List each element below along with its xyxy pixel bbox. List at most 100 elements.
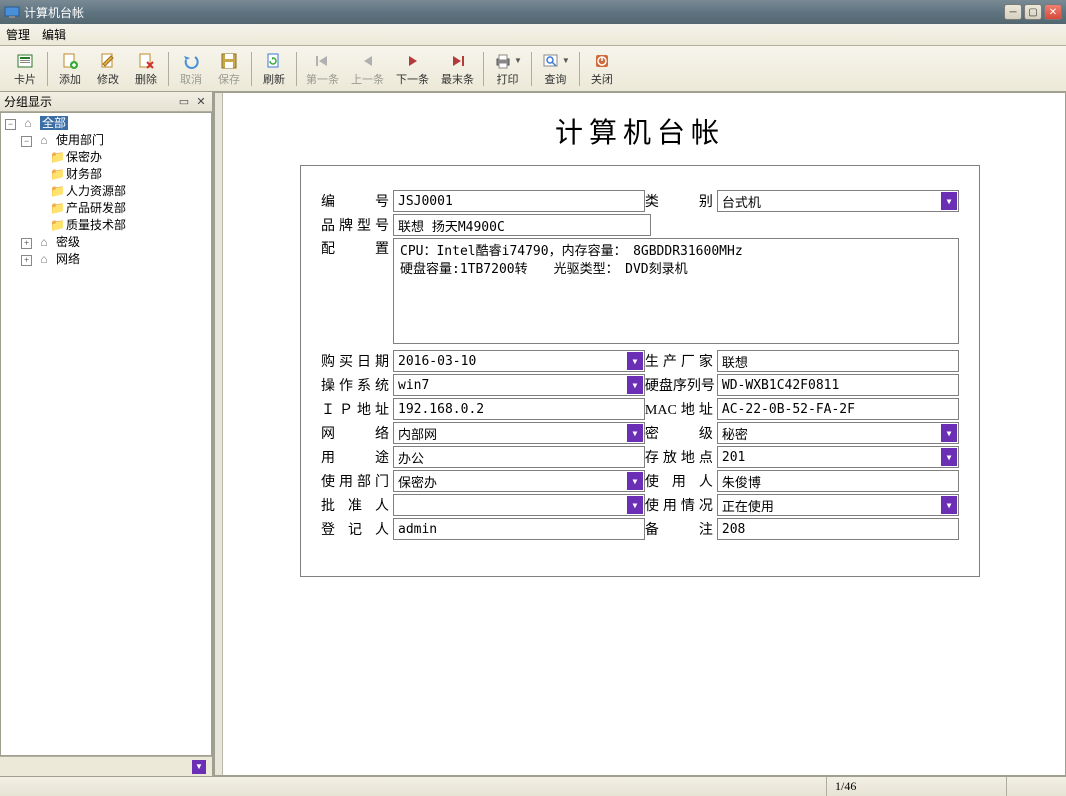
field-ip[interactable]: 192.168.0.2 — [393, 398, 645, 420]
field-hdsn[interactable]: WD-WXB1C42F0811 — [717, 374, 959, 396]
power-icon — [592, 51, 612, 71]
chevron-down-icon: ▼ — [562, 56, 570, 65]
label-type: 类 别 — [645, 191, 717, 211]
field-status[interactable]: 正在使用▼ — [717, 494, 959, 516]
sidebar-dropdown-button[interactable]: ▼ — [192, 760, 206, 774]
form-panel: 编 号 JSJ0001 类 别 台式机▼ 品牌型号 联想 扬天M4900C 配 … — [300, 165, 980, 577]
field-vendor[interactable]: 联想 — [717, 350, 959, 372]
tree-net[interactable]: 网络 — [56, 252, 80, 266]
close-window-button[interactable]: ✕ — [1044, 4, 1062, 20]
first-button[interactable]: 第一条 — [300, 49, 345, 89]
print-button[interactable]: ▼ 打印 — [487, 49, 528, 89]
last-button[interactable]: 最末条 — [435, 49, 480, 89]
menubar: 管理 编辑 — [0, 24, 1066, 46]
label-use: 用 途 — [321, 447, 393, 467]
tree-level[interactable]: 密级 — [56, 235, 80, 249]
add-button[interactable]: 添加 — [51, 49, 89, 89]
tree-item[interactable]: 人力资源部 — [66, 184, 126, 198]
label-os: 操作系统 — [321, 375, 393, 395]
tree-toggle[interactable]: + — [21, 238, 32, 249]
cancel-button[interactable]: 取消 — [172, 49, 210, 89]
edit-icon — [98, 51, 118, 71]
folder-icon: 📁 — [50, 200, 64, 217]
menu-manage[interactable]: 管理 — [6, 26, 30, 43]
minimize-button[interactable]: ─ — [1004, 4, 1022, 20]
folder-icon: 📁 — [50, 183, 64, 200]
dropdown-icon[interactable]: ▼ — [941, 192, 957, 210]
label-user: 使 用 人 — [645, 471, 717, 491]
sidebar-options-icon[interactable]: ▭ — [177, 95, 191, 109]
field-brand[interactable]: 联想 扬天M4900C — [393, 214, 651, 236]
label-approver: 批 准 人 — [321, 495, 393, 515]
tree-toggle[interactable]: − — [21, 136, 32, 147]
content-rail — [215, 93, 223, 775]
dropdown-icon[interactable]: ▼ — [941, 496, 957, 514]
chevron-down-icon: ▼ — [514, 56, 522, 65]
delete-button[interactable]: 删除 — [127, 49, 165, 89]
home-icon: ⌂ — [37, 234, 51, 251]
dropdown-icon[interactable]: ▼ — [627, 376, 643, 394]
next-button[interactable]: 下一条 — [390, 49, 435, 89]
label-net: 网 络 — [321, 423, 393, 443]
label-config: 配 置 — [321, 238, 393, 258]
tree-item[interactable]: 保密办 — [66, 150, 102, 164]
dropdown-icon[interactable]: ▼ — [627, 472, 643, 490]
field-type[interactable]: 台式机▼ — [717, 190, 959, 212]
menu-edit[interactable]: 编辑 — [42, 26, 66, 43]
tree-item[interactable]: 产品研发部 — [66, 201, 126, 215]
label-dept: 使用部门 — [321, 471, 393, 491]
home-icon: ⌂ — [37, 132, 51, 149]
tree-item[interactable]: 财务部 — [66, 167, 102, 181]
app-icon — [4, 4, 20, 20]
field-remark[interactable]: 208 — [717, 518, 959, 540]
field-approver[interactable]: ▼ — [393, 494, 645, 516]
first-icon — [313, 51, 333, 71]
sidebar-close-icon[interactable]: ✕ — [194, 95, 208, 109]
folder-icon: 📁 — [50, 217, 64, 234]
folder-icon: 📁 — [50, 166, 64, 183]
folder-icon: 📁 — [50, 149, 64, 166]
tree-item[interactable]: 质量技术部 — [66, 218, 126, 232]
save-button[interactable]: 保存 — [210, 49, 248, 89]
dropdown-icon[interactable]: ▼ — [627, 352, 643, 370]
query-button[interactable]: ▼ 查询 — [535, 49, 576, 89]
field-secret[interactable]: 秘密▼ — [717, 422, 959, 444]
field-mac[interactable]: AC-22-0B-52-FA-2F — [717, 398, 959, 420]
tree-toggle[interactable]: + — [21, 255, 32, 266]
tree[interactable]: − ⌂ 全部 − ⌂ 使用部门 📁保密办 📁财务部 📁人力资源部 — [0, 112, 212, 756]
field-dept[interactable]: 保密办▼ — [393, 470, 645, 492]
maximize-button[interactable]: ▢ — [1024, 4, 1042, 20]
dropdown-icon[interactable]: ▼ — [627, 496, 643, 514]
field-reg[interactable]: admin — [393, 518, 645, 540]
window-title: 计算机台帐 — [24, 4, 1004, 21]
label-remark: 备 注 — [645, 519, 717, 539]
field-loc[interactable]: 201▼ — [717, 446, 959, 468]
last-icon — [448, 51, 468, 71]
field-use[interactable]: 办公 — [393, 446, 645, 468]
field-config[interactable]: CPU：Intel酷睿i74790，内存容量： 8GBDDR31600MHz 硬… — [393, 238, 959, 344]
sidebar-footer: ▼ — [0, 756, 212, 776]
search-icon — [541, 51, 561, 71]
field-os[interactable]: win7▼ — [393, 374, 645, 396]
edit-button[interactable]: 修改 — [89, 49, 127, 89]
label-loc: 存放地点 — [645, 447, 717, 467]
field-user[interactable]: 朱俊博 — [717, 470, 959, 492]
save-icon — [219, 51, 239, 71]
close-button[interactable]: 关闭 — [583, 49, 621, 89]
dropdown-icon[interactable]: ▼ — [941, 424, 957, 442]
tree-root[interactable]: 全部 — [40, 116, 68, 130]
dropdown-icon[interactable]: ▼ — [627, 424, 643, 442]
card-button[interactable]: 卡片 — [6, 49, 44, 89]
status-pager: 1/46 — [826, 777, 1006, 796]
tree-dept[interactable]: 使用部门 — [56, 133, 104, 147]
field-net[interactable]: 内部网▼ — [393, 422, 645, 444]
dropdown-icon[interactable]: ▼ — [941, 448, 957, 466]
field-id[interactable]: JSJ0001 — [393, 190, 645, 212]
home-icon: ⌂ — [37, 251, 51, 268]
refresh-button[interactable]: 刷新 — [255, 49, 293, 89]
delete-icon — [136, 51, 156, 71]
field-buydate[interactable]: 2016-03-10▼ — [393, 350, 645, 372]
prev-button[interactable]: 上一条 — [345, 49, 390, 89]
tree-toggle[interactable]: − — [5, 119, 16, 130]
statusbar: 1/46 — [0, 776, 1066, 796]
